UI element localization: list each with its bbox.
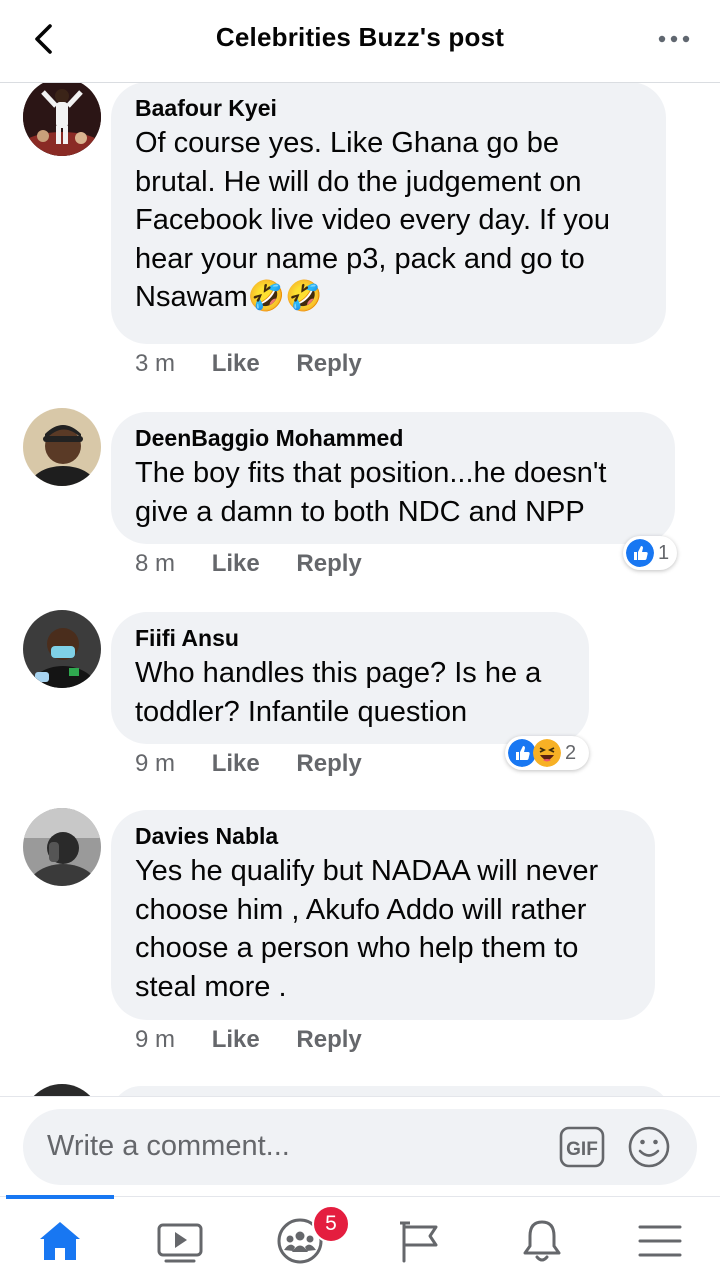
avatar[interactable] [23, 808, 101, 886]
rofl-emoji: 🤣🤣 [247, 279, 323, 314]
more-options-icon[interactable] [656, 28, 692, 50]
comment-author[interactable]: Baafour Kyei [135, 94, 642, 122]
comment-input-placeholder: Write a comment... [47, 1130, 290, 1162]
comment-bubble[interactable]: Baafour Kyei Of course yes. Like Ghana g… [111, 82, 666, 344]
like-button[interactable]: Like [212, 550, 260, 577]
comment-composer-bar: Write a comment... GIF [0, 1096, 720, 1197]
active-tab-indicator [6, 1195, 114, 1199]
video-icon[interactable] [156, 1217, 204, 1265]
avatar-image [23, 808, 101, 886]
like-button[interactable]: Like [212, 750, 260, 777]
page-title: Celebrities Buzz's post [215, 22, 505, 52]
comment-text: Of course yes. Like Ghana go be brutal. … [135, 127, 610, 314]
groups-notification-badge: 5 [312, 1205, 350, 1243]
haha-reaction-icon [533, 739, 561, 767]
reaction-summary[interactable]: 1 [623, 536, 677, 570]
avatar[interactable] [23, 78, 101, 156]
like-button[interactable]: Like [212, 350, 260, 377]
reaction-count: 2 [565, 741, 577, 764]
notifications-bell-icon[interactable] [518, 1217, 566, 1265]
avatar-image [23, 610, 101, 688]
comment-author[interactable]: Davies Nabla [135, 822, 631, 850]
home-icon[interactable] [36, 1217, 84, 1265]
comment-time: 3 m [135, 350, 176, 377]
like-button[interactable]: Like [212, 1026, 260, 1053]
reply-button[interactable]: Reply [296, 1026, 361, 1053]
comment-author[interactable]: DeenBaggio Mohammed [135, 424, 651, 452]
reply-button[interactable]: Reply [296, 550, 361, 577]
avatar[interactable] [23, 408, 101, 486]
comment-text: Who handles this page? Is he a toddler? … [135, 657, 542, 728]
comment-actions: 8 m Like Reply [135, 550, 392, 578]
like-reaction-icon [508, 739, 536, 767]
gif-icon[interactable]: GIF [559, 1126, 605, 1168]
reaction-count: 1 [658, 541, 670, 564]
comment-text: The boy fits that position...he doesn't … [135, 457, 607, 528]
comment-bubble[interactable]: Davies Nabla Yes he qualify but NADAA wi… [111, 810, 655, 1020]
comment-bubble[interactable]: Fiifi Ansu Who handles this page? Is he … [111, 612, 589, 744]
comment-input[interactable]: Write a comment... GIF [23, 1109, 697, 1185]
avatar[interactable] [23, 610, 101, 688]
comment-actions: 3 m Like Reply [135, 350, 392, 378]
comment-time: 8 m [135, 550, 176, 577]
comment-time: 9 m [135, 1026, 176, 1053]
bottom-navigation: 5 [0, 1195, 720, 1281]
avatar-image [23, 78, 101, 156]
comment-actions: 9 m Like Reply [135, 750, 392, 778]
menu-icon[interactable] [636, 1217, 684, 1265]
emoji-icon[interactable] [627, 1125, 671, 1169]
gif-label: GIF [566, 1139, 598, 1160]
comment-author[interactable]: Fiifi Ansu [135, 624, 565, 652]
comment-text: Yes he qualify but NADAA will never choo… [135, 855, 599, 1003]
like-reaction-icon [626, 539, 654, 567]
avatar-image [23, 408, 101, 486]
post-header: Celebrities Buzz's post [0, 0, 720, 83]
pages-flag-icon[interactable] [396, 1217, 444, 1265]
comment-actions: 9 m Like Reply [135, 1026, 392, 1054]
comment-time: 9 m [135, 750, 176, 777]
reaction-summary[interactable]: 2 [505, 736, 589, 770]
reply-button[interactable]: Reply [296, 350, 361, 377]
reply-button[interactable]: Reply [296, 750, 361, 777]
comment-bubble[interactable]: DeenBaggio Mohammed The boy fits that po… [111, 412, 675, 544]
